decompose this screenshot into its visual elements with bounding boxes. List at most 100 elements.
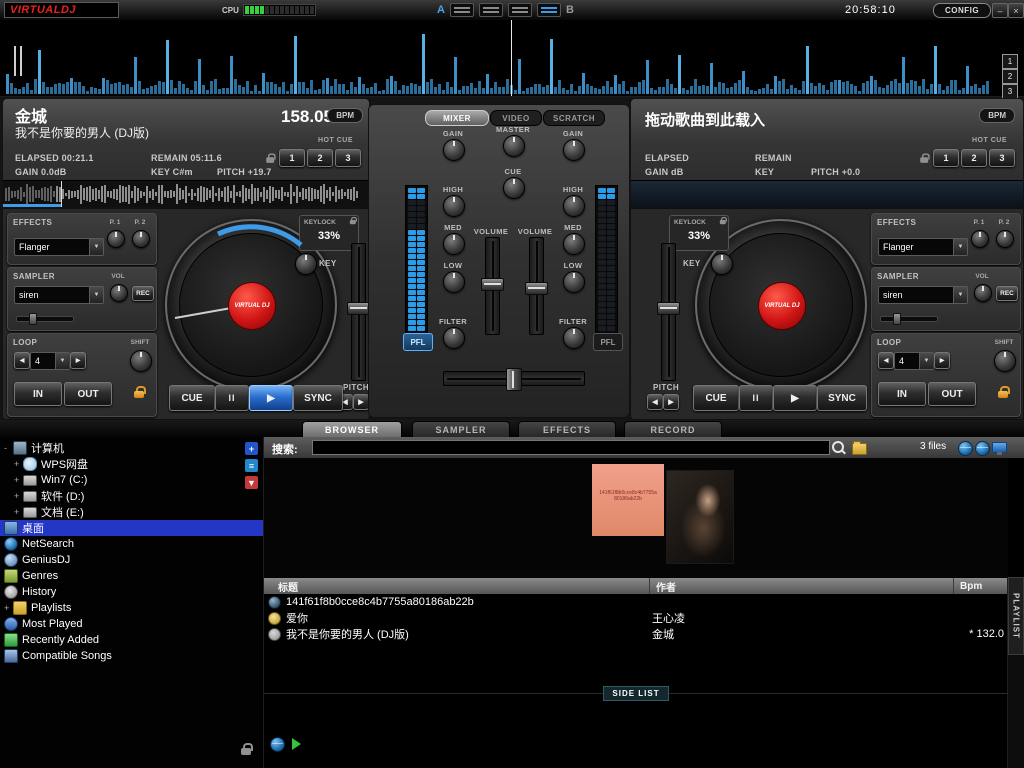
waveform-view-button-1[interactable] xyxy=(450,3,474,17)
sidebar-item-desktop[interactable]: 桌面 xyxy=(0,520,263,536)
tree-expander[interactable]: + xyxy=(14,459,23,469)
loop-lock-icon[interactable] xyxy=(134,386,146,399)
deck-b-bpm-button[interactable]: BPM xyxy=(979,108,1015,123)
deck-a-loop-shift-knob[interactable] xyxy=(130,350,152,372)
eq-med-knob-right[interactable] xyxy=(563,233,585,255)
add-filter-folder-icon[interactable]: ▼ xyxy=(245,476,258,489)
tab-browser[interactable]: BROWSER xyxy=(302,421,402,438)
deck-a-loop-in-button[interactable]: IN xyxy=(14,382,62,406)
sidelist-play-icon[interactable] xyxy=(292,738,301,750)
hot-cue-lock-icon[interactable] xyxy=(266,153,276,163)
deck-b-key-knob[interactable] xyxy=(711,253,733,275)
deck-b-hot-cue-3[interactable]: 3 xyxy=(989,149,1015,167)
add-folder-shortcut-icon[interactable]: + xyxy=(245,442,258,455)
deck-b-pitch-bend-up[interactable]: ▶ xyxy=(663,394,679,410)
volume-fader-right-handle[interactable] xyxy=(525,282,548,295)
waveform-view-button-3[interactable] xyxy=(508,3,532,17)
close-button[interactable]: × xyxy=(1008,3,1024,18)
crossfader-handle[interactable] xyxy=(506,368,522,391)
monitor-icon[interactable] xyxy=(992,442,1007,453)
deck-b-loop-out-button[interactable]: OUT xyxy=(928,382,976,406)
eq-low-knob-left[interactable] xyxy=(443,271,465,293)
tab-sampler[interactable]: SAMPLER xyxy=(412,421,510,438)
dropdown-arrow-icon[interactable]: ▼ xyxy=(89,239,103,255)
sidebar-item-software-d[interactable]: +软件 (D:) xyxy=(0,488,263,504)
table-row-3[interactable]: 我不是你要的男人 (DJ版) 金城 * 132.0 xyxy=(264,626,1008,642)
dropdown-arrow-icon[interactable]: ▼ xyxy=(953,287,967,303)
deck-b-loop-in-button[interactable]: IN xyxy=(878,382,926,406)
netsearch-globe-icon[interactable] xyxy=(958,441,973,456)
deck-b-sampler-vol-knob[interactable] xyxy=(974,284,992,302)
deck-b-loop-length-select[interactable]: 4 ▼ xyxy=(894,352,934,370)
deck-b-loop-shift-knob[interactable] xyxy=(994,350,1016,372)
loop-lock-icon[interactable] xyxy=(998,386,1010,399)
deck-a-effect-select[interactable]: Flanger ▼ xyxy=(14,238,104,256)
sidebar-item-netsearch[interactable]: NetSearch xyxy=(0,536,263,552)
column-header-bpm[interactable]: Bpm xyxy=(954,578,1008,594)
volume-fader-left-handle[interactable] xyxy=(481,278,504,291)
pfl-button-right[interactable]: PFL xyxy=(593,333,623,351)
filter-knob-right[interactable] xyxy=(563,327,585,349)
tree-expander[interactable]: + xyxy=(14,507,23,517)
tree-expander[interactable]: + xyxy=(4,603,13,613)
eq-high-knob-left[interactable] xyxy=(443,195,465,217)
tab-mixer[interactable]: MIXER xyxy=(425,110,489,126)
sidebar-item-genres[interactable]: Genres xyxy=(0,568,263,584)
search-icon[interactable] xyxy=(832,441,844,453)
online-music-icon[interactable] xyxy=(975,441,990,456)
rhythm-zoom-button-1[interactable]: 1 xyxy=(1002,54,1018,69)
rhythm-window[interactable]: 1 2 3 xyxy=(0,20,1024,97)
deck-b-sampler-volume-slider[interactable] xyxy=(880,316,938,322)
deck-b-pitch-bend-down[interactable]: ◀ xyxy=(647,394,663,410)
tab-record[interactable]: RECORD xyxy=(624,421,722,438)
deck-a-loop-out-button[interactable]: OUT xyxy=(64,382,112,406)
tree-expander[interactable]: - xyxy=(4,443,13,453)
rhythm-zoom-button-2[interactable]: 2 xyxy=(1002,69,1018,84)
deck-b-play-button[interactable]: ▶ xyxy=(773,385,817,411)
config-button[interactable]: CONFIG xyxy=(933,3,991,18)
volume-fader-left[interactable] xyxy=(485,237,500,335)
deck-b-keylock-display[interactable]: KEYLOCK 33% xyxy=(669,215,729,251)
sidebar-item-playlists[interactable]: +Playlists xyxy=(0,600,263,616)
deck-a-bpm-button[interactable]: BPM xyxy=(327,108,363,123)
tree-lock-icon[interactable] xyxy=(241,743,253,756)
deck-b-sampler-rec-button[interactable]: REC xyxy=(996,286,1018,301)
search-input[interactable] xyxy=(312,440,830,455)
deck-a-effect-param1-knob[interactable] xyxy=(107,230,125,248)
tab-scratch[interactable]: SCRATCH xyxy=(543,110,605,126)
table-row-2[interactable]: 爱你 王心凌 xyxy=(264,610,1008,626)
sidebar-item-computer[interactable]: -计算机 xyxy=(0,440,263,456)
deck-b-hot-cue-1[interactable]: 1 xyxy=(933,149,959,167)
deck-b-hot-cue-2[interactable]: 2 xyxy=(961,149,987,167)
deck-a-effect-param2-knob[interactable] xyxy=(132,230,150,248)
filter-knob-left[interactable] xyxy=(443,327,465,349)
deck-b-effect-param2-knob[interactable] xyxy=(996,230,1014,248)
deck-b-sample-select[interactable]: siren ▼ xyxy=(878,286,968,304)
table-row-1[interactable]: 141f61f8b0cce8c4b7755a80186ab22b xyxy=(264,594,1008,610)
deck-b-pitch-fader[interactable] xyxy=(661,243,676,381)
deck-b-loop-half-button[interactable]: ◀ xyxy=(878,352,894,369)
keylock-lock-icon[interactable] xyxy=(720,217,727,225)
tab-video[interactable]: VIDEO xyxy=(490,110,542,126)
waveform-view-button-2[interactable] xyxy=(479,3,503,17)
deck-a-loop-length-select[interactable]: 4 ▼ xyxy=(30,352,70,370)
deck-a-loop-half-button[interactable]: ◀ xyxy=(14,352,30,369)
album-art-current[interactable]: 141f61f8b0cce8c4b7755a80186ab22b xyxy=(592,464,664,536)
sidebar-item-recently-added[interactable]: Recently Added xyxy=(0,632,263,648)
deck-b-pitch-handle[interactable] xyxy=(657,302,680,315)
deck-b-effect-select[interactable]: Flanger ▼ xyxy=(878,238,968,256)
dropdown-arrow-icon[interactable]: ▼ xyxy=(89,287,103,303)
tab-effects[interactable]: EFFECTS xyxy=(518,421,616,438)
rhythm-zoom-button-3[interactable]: 3 xyxy=(1002,84,1018,99)
deck-a-sampler-rec-button[interactable]: REC xyxy=(132,286,154,301)
tree-expander[interactable]: + xyxy=(14,475,23,485)
minimize-button[interactable]: – xyxy=(992,3,1008,18)
sidelist-globe-icon[interactable] xyxy=(270,737,285,752)
deck-b-track-waveform[interactable] xyxy=(631,180,1023,207)
deck-b-cue-button[interactable]: CUE xyxy=(693,385,739,411)
sidebar-item-history[interactable]: History xyxy=(0,584,263,600)
gain-knob-right[interactable] xyxy=(563,139,585,161)
dropdown-arrow-icon[interactable]: ▼ xyxy=(953,239,967,255)
waveform-view-button-4[interactable] xyxy=(537,3,561,17)
deck-a-sampler-vol-knob[interactable] xyxy=(110,284,128,302)
